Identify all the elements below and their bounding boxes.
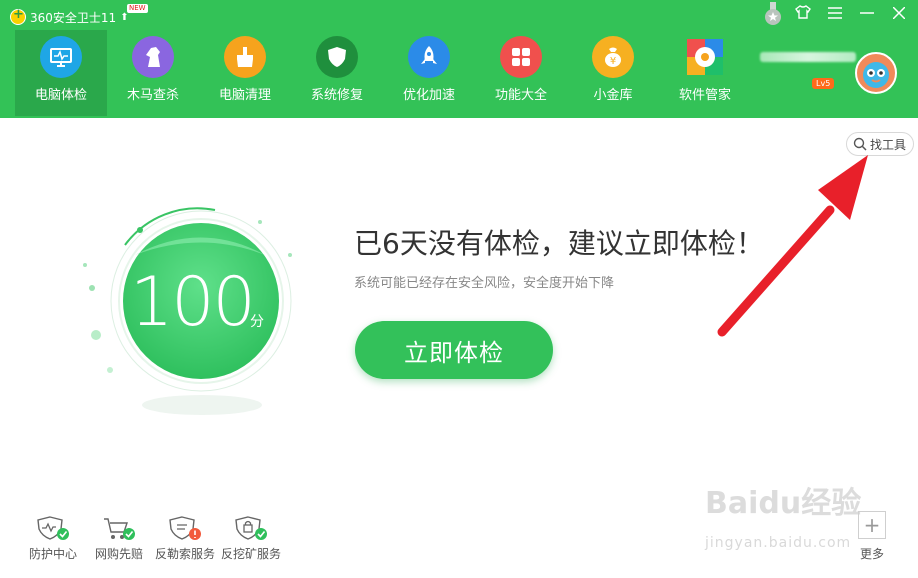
tool-label: 反挖矿服务: [220, 547, 281, 561]
tool-shopping-compensation[interactable]: 网购先赔: [86, 515, 152, 562]
window-controls: [794, 5, 908, 23]
nav-item-label: 电脑体检: [34, 88, 87, 103]
tool-label: 反勒索服务: [154, 547, 215, 561]
menu-icon[interactable]: [826, 5, 844, 23]
page-subtitle: 系统可能已经存在安全风险，安全度开始下降: [354, 276, 615, 291]
medal-icon[interactable]: [763, 2, 783, 26]
nav-item-label: 优化加速: [402, 88, 455, 103]
tool-protection-center[interactable]: 防护中心: [20, 515, 86, 562]
close-icon[interactable]: [890, 5, 908, 23]
nav-item-label: 软件管家: [678, 88, 731, 103]
nav-item-checkup[interactable]: 电脑体检: [15, 30, 107, 116]
more-button[interactable]: + 更多: [858, 511, 886, 562]
minimize-icon[interactable]: [858, 5, 876, 23]
shield-document-icon: [169, 516, 201, 540]
nav-item-trojan-scan[interactable]: 木马查杀: [107, 30, 199, 116]
app-title-text: 360安全卫士11: [30, 10, 117, 25]
new-badge: NEW: [127, 4, 148, 13]
upgrade-arrow-icon[interactable]: ⬆: [120, 12, 128, 23]
user-info[interactable]: Lv5: [760, 52, 856, 89]
coin-icon: ¥: [592, 36, 634, 78]
avatar[interactable]: [855, 52, 897, 94]
nav-item-label: 木马查杀: [126, 88, 179, 103]
search-icon: [853, 137, 867, 151]
level-badge: Lv5: [812, 78, 835, 89]
annotation-arrow-icon: [717, 155, 868, 337]
nav-item-software-manager[interactable]: 软件管家: [659, 30, 751, 116]
cart-icon: [104, 518, 135, 540]
tool-label: 网购先赔: [94, 547, 143, 561]
nav-item-cleanup[interactable]: 电脑清理: [199, 30, 291, 116]
nav-item-vault[interactable]: ¥ 小金库: [567, 30, 659, 116]
nav-item-speedup[interactable]: 优化加速: [383, 30, 475, 116]
plus-icon: +: [858, 511, 886, 539]
nav-item-label: 系统修复: [310, 88, 363, 103]
more-label: 更多: [859, 547, 884, 561]
broom-icon: [224, 36, 266, 78]
watermark-url: jingyan.baidu.com: [705, 535, 852, 551]
main-nav: 电脑体检 木马查杀 电脑清理 系统修复 优化加速 功能大全 ¥ 小金库 软件管家: [15, 30, 751, 116]
nav-item-label: 小金库: [593, 88, 633, 103]
watermark-logo: Baidu经验: [705, 486, 862, 521]
rocket-icon: [408, 36, 450, 78]
grid-icon: [500, 36, 542, 78]
shirt-icon[interactable]: [794, 5, 812, 23]
tool-anti-mining[interactable]: 反挖矿服务: [218, 515, 284, 562]
monitor-icon: [40, 36, 82, 78]
top-bar: 360安全卫士11 ⬆ NEW 电脑体检: [0, 0, 918, 118]
tool-label: 防护中心: [28, 547, 77, 561]
horse-icon: [132, 36, 174, 78]
shield-lock-icon: [235, 516, 267, 540]
score-value: 100: [130, 263, 256, 342]
score-unit: 分: [250, 314, 264, 330]
svg-text:¥: ¥: [610, 56, 616, 67]
shield-icon: [316, 36, 358, 78]
shield-heartbeat-icon: [37, 516, 69, 540]
nav-item-all-features[interactable]: 功能大全: [475, 30, 567, 116]
apps-icon: [684, 36, 726, 78]
score-gauge: 100 分: [80, 205, 300, 425]
username-blurred: [760, 52, 856, 62]
nav-item-system-repair[interactable]: 系统修复: [291, 30, 383, 116]
app-title: 360安全卫士11 ⬆: [10, 7, 129, 26]
tool-anti-ransomware[interactable]: 反勒索服务: [152, 515, 218, 562]
app-logo-icon: [10, 7, 26, 25]
nav-item-label: 功能大全: [494, 88, 547, 103]
scan-now-button[interactable]: 立即体检: [355, 321, 553, 379]
bottom-toolbar: 防护中心 网购先赔 反勒索服务 反挖矿服务: [20, 515, 284, 562]
nav-item-label: 电脑清理: [218, 88, 271, 103]
